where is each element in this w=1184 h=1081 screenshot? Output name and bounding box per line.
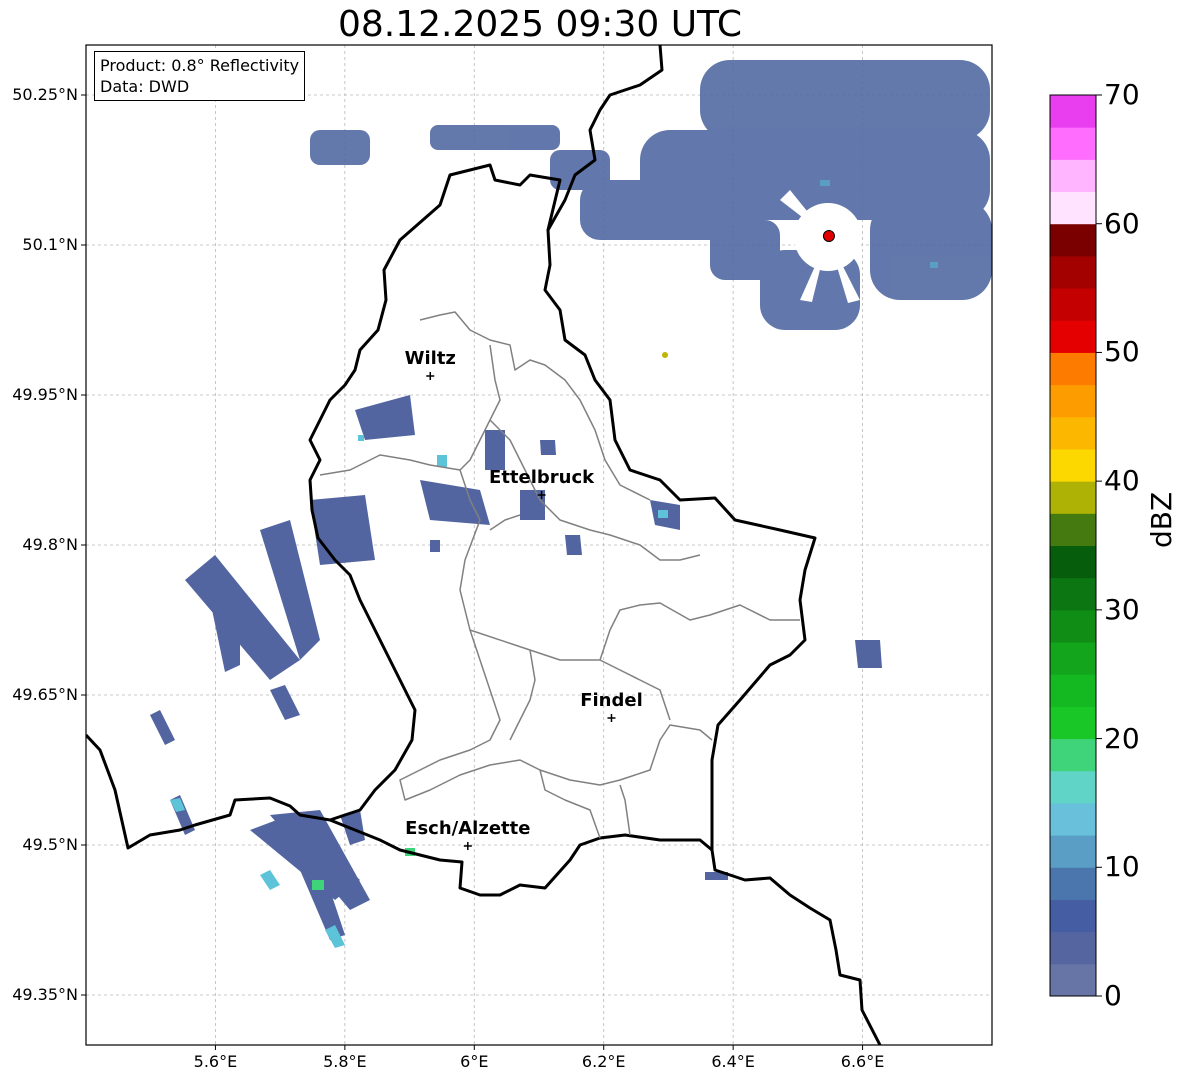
x-tick-label: 6°E xyxy=(460,1052,489,1071)
colorbar-segment xyxy=(1050,545,1096,579)
city-marker xyxy=(607,714,616,722)
colorbar-segment xyxy=(1050,191,1096,225)
colorbar-tick-label: 70 xyxy=(1104,78,1140,111)
colorbar-segment xyxy=(1050,963,1096,997)
info-box: Product: 0.8° Reflectivity Data: DWD xyxy=(94,51,306,101)
colorbar-segment xyxy=(1050,577,1096,611)
colorbar-segment xyxy=(1050,706,1096,740)
colorbar-segment xyxy=(1050,513,1096,546)
radar-map xyxy=(81,44,1102,1050)
colorbar-segment xyxy=(1050,416,1096,450)
x-tick-label: 5.6°E xyxy=(193,1052,238,1071)
data-source-label: Data: DWD xyxy=(100,77,190,96)
colorbar-segment xyxy=(1050,448,1096,482)
colorbar-tick-label: 30 xyxy=(1104,592,1140,626)
colorbar-segment xyxy=(1050,223,1096,257)
colorbar-segment xyxy=(1050,931,1096,965)
radar-site-marker xyxy=(822,230,835,242)
colorbar-segment xyxy=(1050,642,1096,675)
y-tick-label: 49.95°N xyxy=(12,385,78,404)
city-marker xyxy=(463,842,472,850)
y-tick-label: 49.8°N xyxy=(22,535,78,554)
colorbar-segment xyxy=(1050,899,1096,933)
colorbar xyxy=(1049,94,1102,997)
colorbar-segment xyxy=(1050,802,1096,836)
y-tick-label: 49.35°N xyxy=(12,985,78,1004)
colorbar-tick-label: 10 xyxy=(1104,850,1140,884)
x-tick-label: 5.8°E xyxy=(323,1052,367,1071)
colorbar-segment xyxy=(1050,384,1096,418)
colorbar-segment xyxy=(1050,835,1096,868)
y-tick-label: 50.1°N xyxy=(22,235,78,254)
colorbar-segment xyxy=(1050,95,1096,128)
colorbar-tick-label: 40 xyxy=(1104,464,1140,498)
colorbar-unit-label: dBZ xyxy=(1145,491,1178,548)
y-tick-label: 50.25°N xyxy=(12,85,78,104)
colorbar-segment xyxy=(1050,481,1096,514)
colorbar-segment xyxy=(1050,159,1096,193)
city-label: Wiltz xyxy=(404,348,456,369)
colorbar-segment xyxy=(1050,352,1096,386)
colorbar-tick-label: 50 xyxy=(1104,335,1140,369)
colorbar-segment xyxy=(1050,738,1096,772)
colorbar-tick-label: 0 xyxy=(1104,979,1122,1012)
colorbar-segment xyxy=(1050,127,1096,160)
colorbar-segment xyxy=(1050,609,1096,643)
colorbar-tick-label: 20 xyxy=(1104,721,1140,755)
colorbar-tick-label: 60 xyxy=(1104,206,1140,240)
product-label: Product: 0.8° Reflectivity xyxy=(100,56,300,75)
colorbar-segment xyxy=(1050,320,1096,353)
x-tick-label: 6.6°E xyxy=(840,1052,885,1071)
x-tick-label: 6.4°E xyxy=(711,1052,755,1071)
colorbar-segment xyxy=(1050,255,1096,289)
city-label: Findel xyxy=(580,690,643,711)
city-marker xyxy=(426,372,435,380)
city-label: Ettelbruck xyxy=(489,467,595,488)
city-label: Esch/Alzette xyxy=(405,818,531,839)
y-tick-label: 49.65°N xyxy=(12,685,78,704)
colorbar-segment xyxy=(1050,770,1096,804)
radar-echoes xyxy=(150,60,992,948)
colorbar-segment xyxy=(1050,867,1096,900)
y-tick-label: 49.5°N xyxy=(22,835,78,854)
x-tick-label: 6.2°E xyxy=(581,1052,626,1071)
colorbar-segment xyxy=(1050,674,1096,707)
colorbar-segment xyxy=(1050,288,1096,321)
